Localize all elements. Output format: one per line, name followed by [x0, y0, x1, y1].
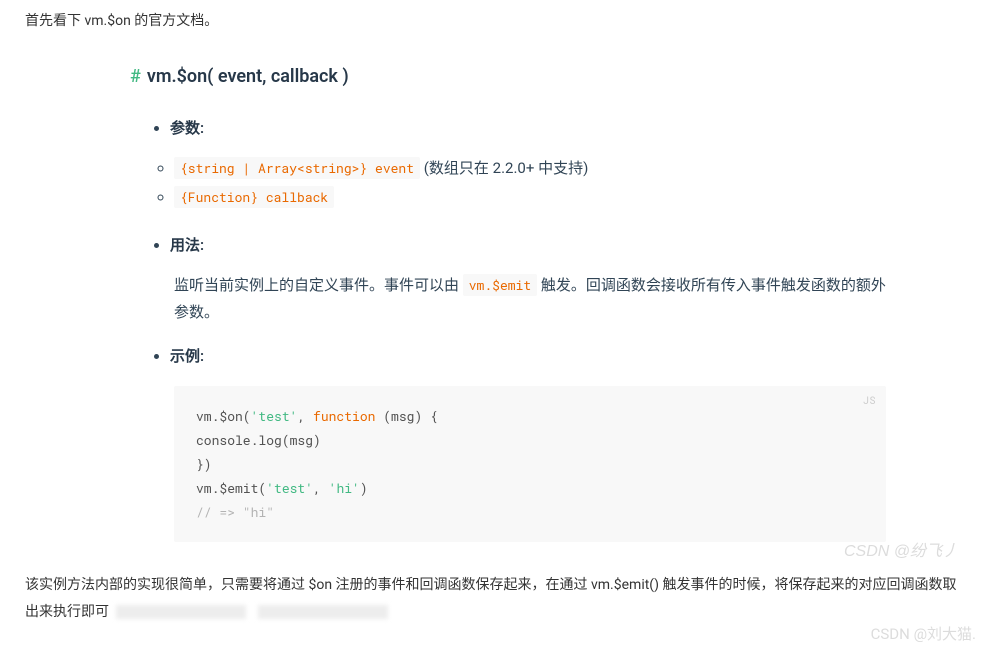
doc-section: # vm.$on( event, callback ) 参数: {string …: [130, 62, 886, 542]
api-title: vm.$on( event, callback ): [147, 62, 349, 93]
api-heading: # vm.$on( event, callback ): [130, 62, 886, 93]
code-lang-badge: JS: [863, 392, 876, 411]
usage-code: vm.$emit: [463, 274, 537, 296]
param-note-event: (数组只在 2.2.0+ 中支持): [424, 159, 589, 177]
param-code-callback: {Function} callback: [174, 186, 334, 208]
param-code-event: {string | Array<string>} event: [174, 157, 420, 179]
example-code-block: JS vm.$on('test', function (msg) { conso…: [174, 386, 886, 542]
example-label: 示例:: [170, 347, 204, 365]
param-item-event: {string | Array<string>} event (数组只在 2.2…: [174, 156, 886, 182]
redacted-block: [258, 605, 388, 619]
hash-link[interactable]: #: [130, 62, 141, 93]
param-item-callback: {Function} callback: [174, 185, 886, 211]
params-label: 参数:: [170, 119, 204, 137]
watermark-csdn-2: CSDN @刘大猫.: [871, 622, 976, 648]
watermark-csdn-1: CSDN @纷飞丿: [844, 538, 958, 565]
intro-text: 首先看下 vm.$on 的官方文档。: [25, 10, 966, 34]
redacted-block: [116, 605, 246, 619]
bottom-paragraph: 该实例方法内部的实现很简单，只需要将通过 $on 注册的事件和回调函数保存起来，…: [25, 572, 966, 625]
usage-label: 用法:: [170, 236, 204, 254]
usage-text: 监听当前实例上的自定义事件。事件可以由 vm.$emit 触发。回调函数会接收所…: [174, 272, 886, 326]
